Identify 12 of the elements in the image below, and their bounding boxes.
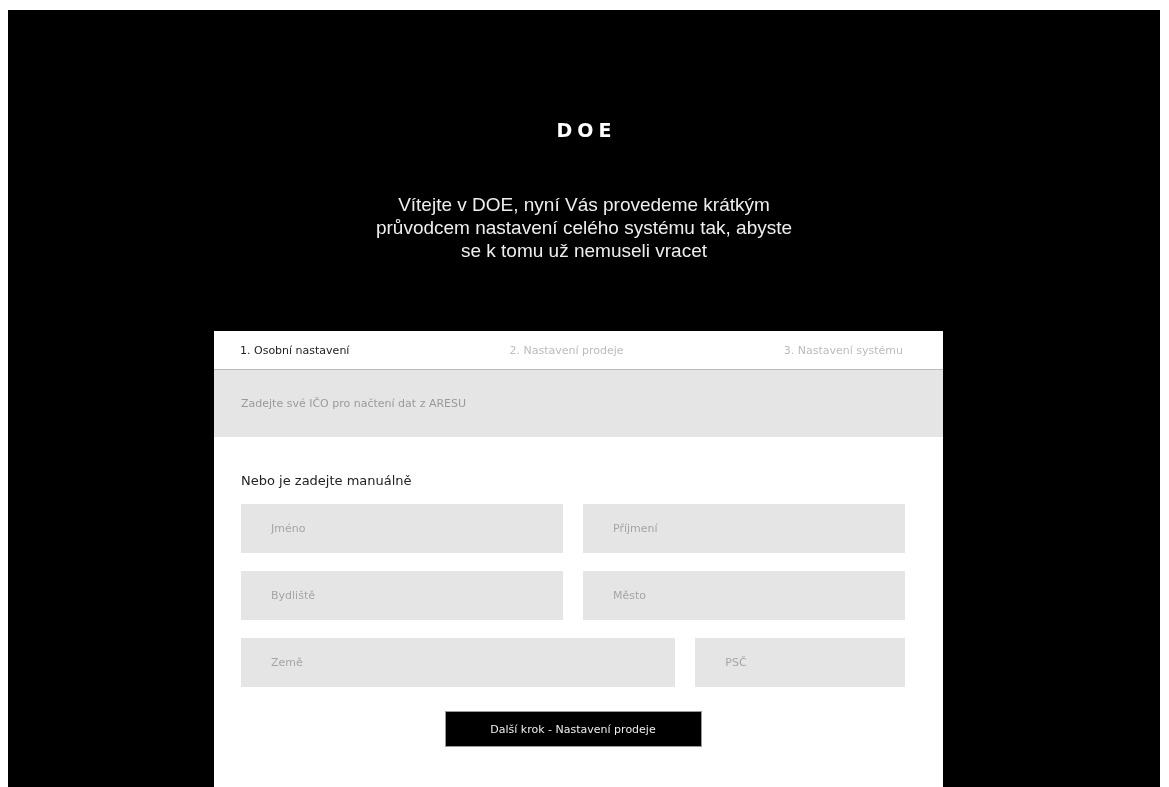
logo: DOE	[555, 119, 617, 141]
welcome-text: Vítejte v DOE, nyní Vás provedeme krátkým průvodcem nastavení celého systému tak, abyste se k tomu už nemuseli vracet	[374, 193, 794, 262]
input-field[interactable]: PSČ	[695, 638, 905, 687]
input-field[interactable]: Země	[241, 638, 676, 687]
step-tab[interactable]: 1. Osobní nastavení	[240, 343, 350, 357]
ico-field[interactable]: Zadejte své IČO pro načtení dat z ARESU	[214, 370, 943, 437]
next-step-button[interactable]: Další krok - Nastavení prodeje	[444, 711, 702, 747]
input-field[interactable]: Jméno	[241, 504, 563, 553]
input-field[interactable]: Bydliště	[241, 571, 563, 620]
section-heading: Nebo je zadejte manuálně	[241, 473, 413, 488]
input-field[interactable]: Příjmení	[583, 504, 905, 553]
input-field[interactable]: Město	[583, 571, 905, 620]
